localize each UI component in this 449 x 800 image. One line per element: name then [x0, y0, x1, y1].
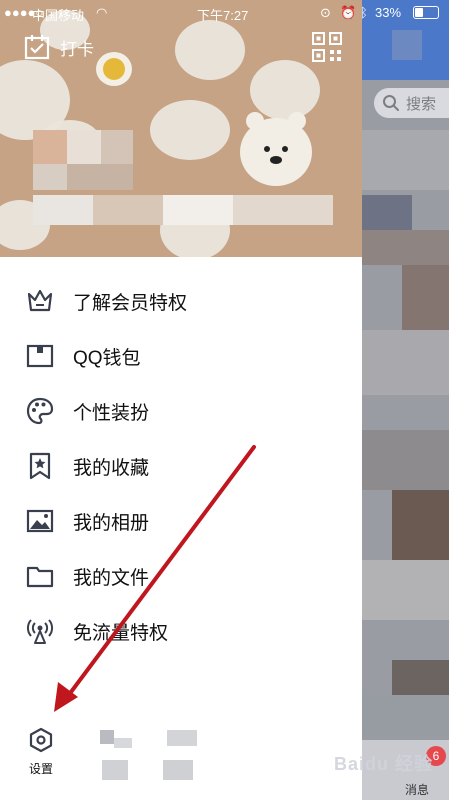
- baidu-watermark: Baidu 经验: [334, 754, 434, 774]
- clock-in-label: 打卡: [60, 39, 94, 59]
- battery-percent: 33%: [375, 5, 402, 20]
- status-time: 下午7:27: [197, 8, 249, 23]
- battery-icon: [413, 6, 439, 19]
- lock-rotation-icon: ⊙: [320, 5, 331, 20]
- background-conversation-list: [362, 0, 449, 800]
- menu-item-label: 我的文件: [73, 567, 150, 589]
- clock-in-button[interactable]: 打卡: [24, 34, 94, 60]
- calendar-check-icon: [24, 35, 50, 60]
- menu-item-label: 免流量特权: [73, 622, 169, 644]
- folder-icon: [26, 562, 54, 590]
- status-bar: ●●●●○ 中国移动 ◠ 下午7:27 ⊙ ⏰ ᛒ 33%: [0, 0, 449, 24]
- crown-icon: [26, 287, 54, 315]
- antenna-icon: [26, 617, 54, 645]
- menu-item-qq-wallet[interactable]: QQ钱包: [26, 336, 141, 376]
- alarm-icon: ⏰: [340, 5, 357, 20]
- qr-code-icon[interactable]: [312, 32, 342, 62]
- bookmark-star-icon: [26, 452, 54, 480]
- menu-item-personalization[interactable]: 个性装扮: [26, 391, 149, 431]
- search-bar[interactable]: 搜索: [374, 88, 449, 118]
- menu-item-label: 了解会员特权: [73, 292, 188, 314]
- menu-item-label: QQ钱包: [73, 347, 141, 369]
- carrier: 中国移动: [32, 8, 85, 23]
- menu-item-label: 我的相册: [73, 512, 150, 534]
- menu-item-favorites[interactable]: 我的收藏: [26, 446, 149, 486]
- menu-item-free-data[interactable]: 免流量特权: [26, 611, 168, 651]
- egg-illustration: [96, 52, 132, 86]
- settings-button[interactable]: 设置: [24, 727, 58, 777]
- palette-icon: [26, 397, 54, 425]
- bear-illustration: [240, 112, 312, 186]
- menu-item-vip-privileges[interactable]: 了解会员特权: [26, 281, 187, 321]
- menu-item-label: 个性装扮: [73, 402, 150, 424]
- bottom-button-blurred[interactable]: [163, 730, 203, 780]
- menu-item-photo-album[interactable]: 我的相册: [26, 501, 149, 541]
- menu-item-my-files[interactable]: 我的文件: [26, 556, 149, 596]
- settings-hexagon-icon: [29, 727, 53, 753]
- wifi-icon: ◠: [96, 5, 108, 20]
- tab-messages[interactable]: 消息: [405, 781, 429, 798]
- image-icon: [26, 507, 54, 535]
- settings-label: 设置: [28, 762, 53, 776]
- bluetooth-icon: ᛒ: [360, 5, 368, 20]
- search-icon: [383, 95, 399, 111]
- menu-item-label: 我的收藏: [73, 457, 150, 479]
- avatar[interactable]: [33, 130, 133, 190]
- bottom-button-blurred[interactable]: [100, 730, 134, 780]
- search-placeholder: 搜索: [406, 95, 437, 113]
- wallet-icon: [26, 342, 54, 370]
- nickname-blurred: [33, 195, 333, 225]
